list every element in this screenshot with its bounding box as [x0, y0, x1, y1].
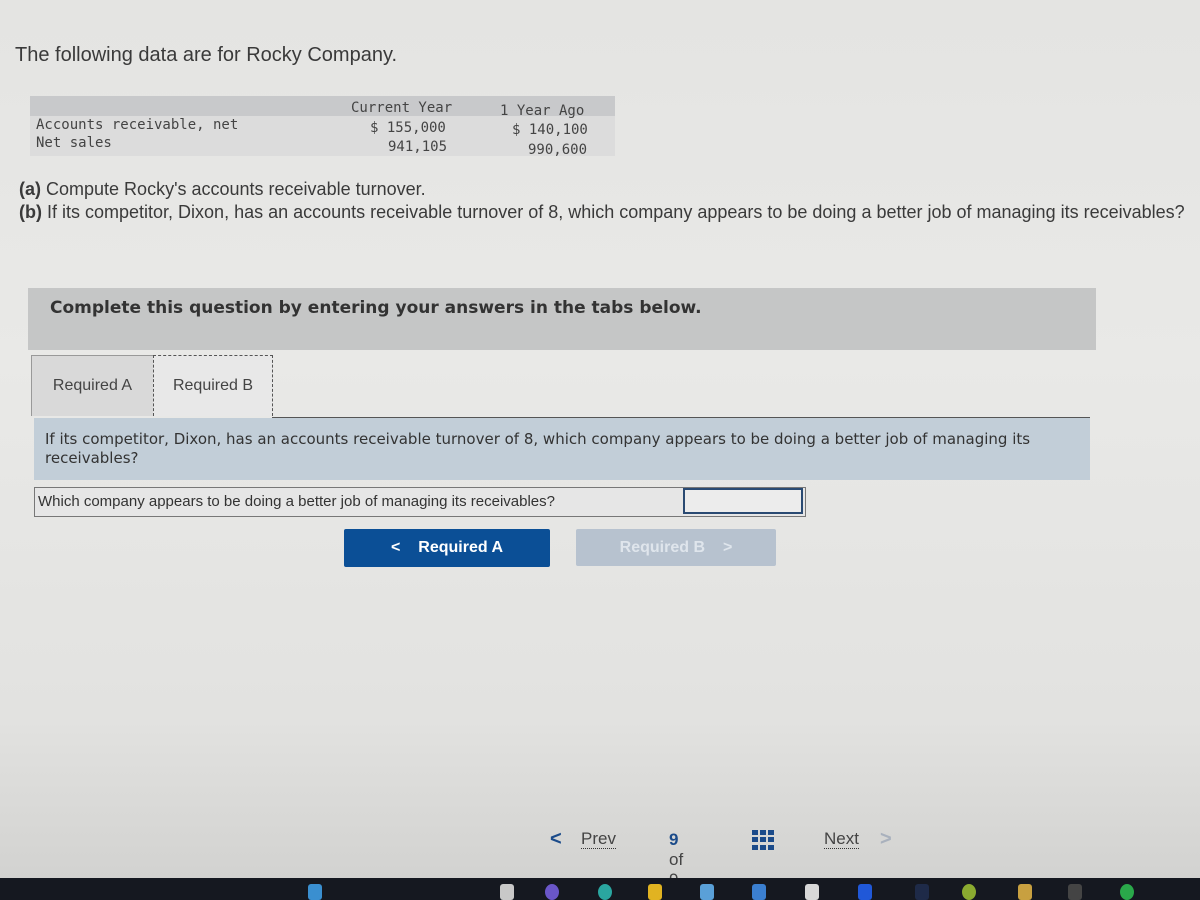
- pager-chevron-left-icon[interactable]: <: [550, 828, 562, 851]
- taskbar: [0, 878, 1200, 900]
- question-b-tag: (b): [19, 202, 42, 222]
- edge-browser-icon[interactable]: [598, 884, 612, 900]
- question-b: (b) If its competitor, Dixon, has an acc…: [19, 201, 1194, 224]
- row-label-net-sales: Net sales: [36, 135, 112, 151]
- question-list: (a) Compute Rocky's accounts receivable …: [19, 178, 1194, 224]
- music-icon[interactable]: [962, 884, 976, 900]
- answer-label: Which company appears to be doing a bett…: [38, 493, 555, 510]
- tab-required-b[interactable]: Required B: [153, 355, 273, 416]
- grid-icon[interactable]: [752, 830, 774, 850]
- chevron-left-icon: <: [390, 539, 401, 556]
- question-a-tag: (a): [19, 179, 41, 199]
- tiktok-icon[interactable]: [1068, 884, 1082, 900]
- store-icon[interactable]: [700, 884, 714, 900]
- prev-required-a-button[interactable]: < Required A: [344, 529, 550, 567]
- question-a-text: Compute Rocky's accounts receivable turn…: [46, 179, 426, 199]
- pager-prev-link[interactable]: Prev: [581, 830, 616, 849]
- instructions-bar: Complete this question by entering your …: [28, 288, 1096, 350]
- cell-ar-current: $ 155,000: [370, 120, 446, 136]
- file-icon[interactable]: [500, 884, 514, 900]
- next-button-label: Required B: [619, 538, 705, 556]
- app-grid-icon[interactable]: [858, 884, 872, 900]
- chevron-right-icon: >: [723, 538, 733, 556]
- spotify-icon[interactable]: [1120, 884, 1134, 900]
- page-of-label: of: [669, 850, 684, 869]
- app-icon-3[interactable]: [1018, 884, 1032, 900]
- r-app-icon[interactable]: [915, 884, 929, 900]
- intro-text: The following data are for Rocky Company…: [15, 44, 398, 66]
- question-a: (a) Compute Rocky's accounts receivable …: [19, 178, 1194, 201]
- row-label-accounts-receivable: Accounts receivable, net: [36, 117, 239, 133]
- folder-icon[interactable]: [648, 884, 662, 900]
- current-page: 9: [669, 830, 679, 849]
- cell-sales-prior: 990,600: [528, 142, 588, 158]
- data-table: Current Year 1 Year Ago Accounts receiva…: [30, 96, 615, 158]
- pager-next-link[interactable]: Next: [824, 830, 859, 849]
- app-icon-2[interactable]: [752, 884, 766, 900]
- instructions-text: Complete this question by entering your …: [50, 298, 702, 318]
- question-box-text: If its competitor, Dixon, has an account…: [45, 430, 1031, 467]
- amazon-icon[interactable]: [805, 884, 819, 900]
- answer-row: Which company appears to be doing a bett…: [34, 487, 806, 517]
- tab-required-a[interactable]: Required A: [31, 355, 154, 416]
- app-icon[interactable]: [545, 884, 559, 900]
- cell-sales-current: 941,105: [388, 139, 448, 155]
- pager-chevron-right-icon[interactable]: >: [880, 828, 892, 851]
- question-b-text: If its competitor, Dixon, has an account…: [47, 202, 1185, 222]
- column-header-1-year-ago: 1 Year Ago: [500, 103, 585, 119]
- windows-start-icon[interactable]: [308, 884, 322, 900]
- answer-input[interactable]: [683, 488, 803, 514]
- next-required-b-button: Required B >: [576, 529, 776, 566]
- cell-ar-prior: $ 140,100: [512, 122, 588, 138]
- prev-button-label: Required A: [418, 539, 504, 556]
- question-box: If its competitor, Dixon, has an account…: [34, 418, 1090, 480]
- column-header-current-year: Current Year: [351, 100, 453, 116]
